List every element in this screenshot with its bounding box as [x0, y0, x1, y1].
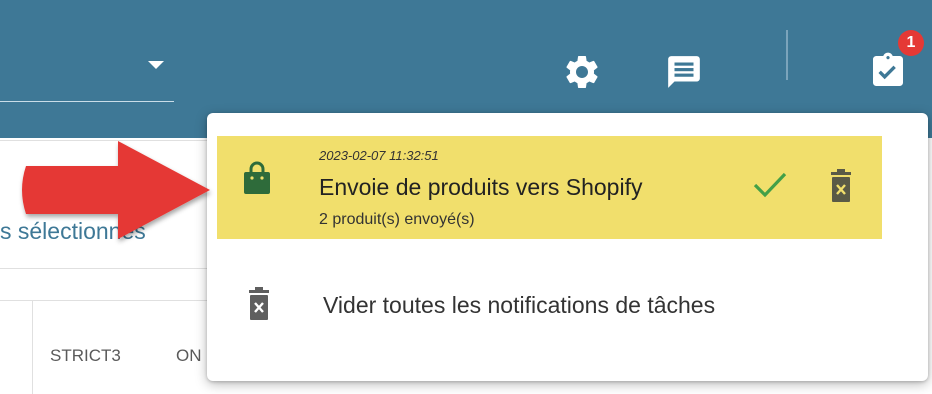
toolbar-divider [786, 30, 788, 80]
column-header-strict3[interactable]: STRICT3 [50, 346, 121, 366]
notification-item[interactable]: 2023-02-07 11:32:51 Envoie de produits v… [217, 136, 882, 239]
notification-badge: 1 [898, 30, 924, 56]
task-clipboard-icon[interactable] [868, 50, 908, 92]
notification-timestamp: 2023-02-07 11:32:51 [319, 148, 439, 163]
delete-icon[interactable] [829, 169, 853, 203]
gear-icon[interactable] [562, 52, 602, 92]
delete-sweep-icon [249, 287, 269, 320]
column-header-on[interactable]: ON [176, 346, 202, 366]
message-icon[interactable] [665, 52, 703, 92]
shopping-bag-icon [244, 161, 270, 194]
check-icon [753, 172, 787, 198]
clear-all-notifications-button[interactable]: Vider toutes les notifications de tâches [217, 263, 917, 343]
clear-all-label: Vider toutes les notifications de tâches [323, 292, 716, 318]
red-arrow-annotation [22, 141, 210, 239]
table-column-divider [32, 300, 33, 394]
divider [0, 268, 210, 269]
notification-subtitle: 2 produit(s) envoyé(s) [319, 211, 475, 228]
select-underline [0, 101, 174, 102]
chevron-down-icon[interactable] [148, 61, 164, 69]
notification-title: Envoie de produits vers Shopify [319, 174, 643, 200]
task-notifications-dropdown: 2023-02-07 11:32:51 Envoie de produits v… [207, 113, 928, 381]
